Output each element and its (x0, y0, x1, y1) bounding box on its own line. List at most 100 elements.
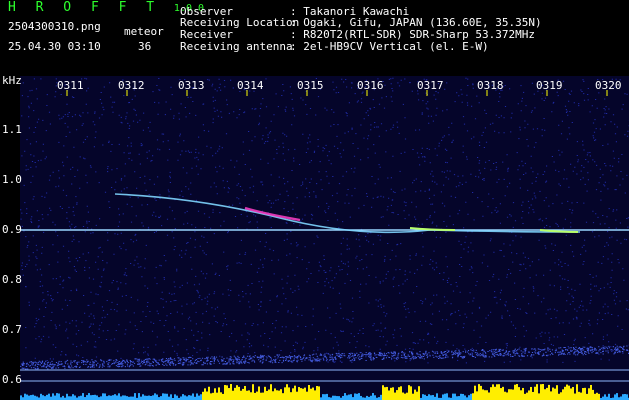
activity-bar (476, 391, 478, 400)
activity-bar (278, 390, 280, 400)
activity-bar (104, 393, 106, 400)
activity-bar (516, 384, 518, 400)
activity-bar (624, 393, 626, 400)
activity-bar (454, 393, 456, 400)
activity-bar (274, 388, 276, 400)
activity-bar (52, 393, 54, 400)
activity-bar (74, 395, 76, 400)
activity-bar (120, 396, 122, 400)
activity-bar (316, 386, 318, 400)
y-tick-label: 0.7 (2, 323, 22, 336)
x-tick-label: 0319 (536, 79, 563, 92)
y-tick-label: 1.0 (2, 173, 22, 186)
activity-bar (460, 393, 462, 400)
activity-bar (90, 395, 92, 400)
meta-value-antenna: : 2el-HB9CV Vertical (el. E-W) (290, 40, 489, 53)
x-tick-label: 0312 (118, 79, 145, 92)
activity-bar (292, 388, 294, 400)
activity-bar (184, 395, 186, 400)
activity-bar (166, 393, 168, 400)
activity-bar (354, 393, 356, 400)
activity-bar (210, 393, 212, 400)
activity-bar (54, 395, 56, 400)
x-tick-label: 0320 (595, 79, 622, 92)
date-time: 25.04.30 03:10 (8, 40, 101, 53)
activity-bar (334, 395, 336, 400)
activity-bar (66, 393, 68, 400)
activity-bar (428, 394, 430, 400)
activity-bar (276, 390, 278, 400)
activity-bar (500, 388, 502, 400)
activity-bar (552, 387, 554, 400)
activity-bar (26, 394, 28, 400)
activity-bar (204, 388, 206, 400)
activity-bar (402, 392, 404, 400)
activity-bar (472, 393, 474, 400)
activity-bar (388, 390, 390, 400)
activity-bar (598, 393, 600, 400)
activity-bar (326, 393, 328, 400)
activity-bar (534, 386, 536, 400)
activity-bar (250, 392, 252, 400)
activity-bar (28, 395, 30, 400)
activity-bar (238, 386, 240, 400)
activity-bar (480, 385, 482, 400)
activity-bar (506, 392, 508, 400)
activity-bar (272, 391, 274, 400)
activity-bar (300, 388, 302, 400)
activity-bar (240, 390, 242, 400)
activity-bar (154, 393, 156, 400)
activity-bar (284, 387, 286, 400)
activity-bar (366, 395, 368, 400)
activity-bar (566, 384, 568, 400)
activity-bar (146, 395, 148, 400)
activity-bar (560, 392, 562, 400)
activity-bar (150, 395, 152, 400)
activity-bar (456, 396, 458, 400)
activity-bar (252, 384, 254, 400)
activity-bar (404, 393, 406, 400)
activity-bar (48, 393, 50, 400)
y-tick-label: 0.9 (2, 223, 22, 236)
activity-bar (290, 392, 292, 400)
activity-bar (394, 392, 396, 400)
activity-bar (304, 387, 306, 400)
activity-bar (570, 388, 572, 400)
activity-bar (32, 394, 34, 400)
activity-bar (532, 391, 534, 400)
activity-bar (586, 393, 588, 400)
activity-bar (34, 395, 36, 400)
activity-bar (562, 389, 564, 400)
activity-bar (528, 390, 530, 400)
activity-bar (110, 395, 112, 400)
activity-bar (342, 395, 344, 400)
activity-bar (384, 387, 386, 400)
activity-bar (138, 393, 140, 400)
activity-bar (512, 389, 514, 400)
activity-bar (220, 392, 222, 400)
activity-bar (208, 386, 210, 400)
activity-bar (270, 384, 272, 400)
filename: 2504300310.png (8, 20, 101, 33)
activity-bar (508, 389, 510, 400)
meta-label-antenna: Receiving antenna (180, 40, 293, 53)
activity-bar (336, 396, 338, 400)
x-tick-label: 0314 (237, 79, 264, 92)
x-tick-label: 0317 (417, 79, 444, 92)
activity-bar (294, 385, 296, 400)
activity-bar (484, 390, 486, 400)
activity-bar (432, 395, 434, 400)
activity-bar (188, 395, 190, 400)
activity-bar (446, 393, 448, 400)
activity-bar (414, 389, 416, 400)
activity-bar (594, 393, 596, 400)
activity-bar (106, 396, 108, 400)
activity-bar (324, 394, 326, 400)
activity-bar (620, 396, 622, 400)
activity-bar (258, 386, 260, 400)
activity-bar (94, 394, 96, 400)
activity-bar (444, 393, 446, 400)
activity-bar (322, 394, 324, 400)
activity-bar (490, 387, 492, 400)
activity-bar (568, 385, 570, 400)
